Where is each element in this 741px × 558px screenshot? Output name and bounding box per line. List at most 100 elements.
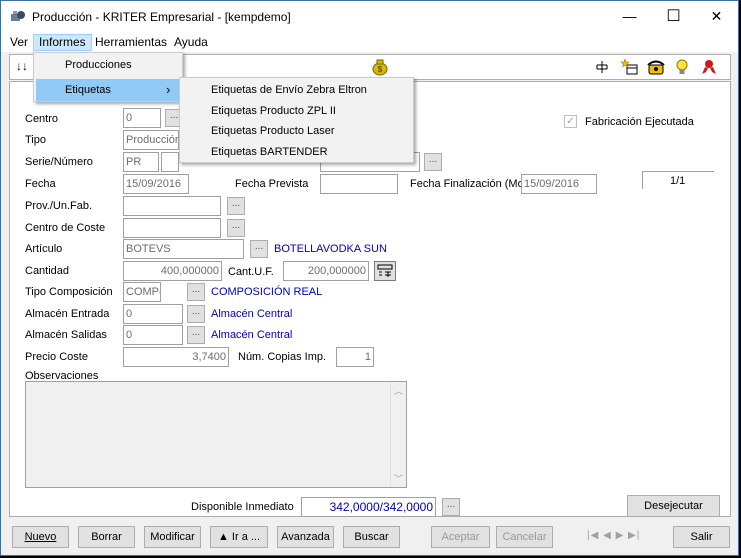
menu-ver[interactable]: Ver bbox=[5, 35, 33, 52]
money-bag-icon[interactable]: $ bbox=[371, 58, 389, 76]
phone-icon[interactable] bbox=[647, 59, 665, 75]
alm-salidas-label: Almacén Salidas bbox=[25, 329, 107, 341]
menu-herramientas[interactable]: Herramientas bbox=[90, 35, 172, 52]
cancelar-button[interactable]: Cancelar bbox=[496, 526, 553, 548]
fecha-finalizacion-field[interactable]: 15/09/2016 bbox=[521, 174, 597, 194]
alm-entrada-label: Almacén Entrada bbox=[25, 308, 110, 320]
counter-divider-left bbox=[642, 171, 643, 189]
first-record-icon[interactable]: |◀ bbox=[587, 530, 599, 541]
observaciones-scrollbar[interactable]: ︿ ﹀ bbox=[390, 382, 406, 487]
borrar-label: Borrar bbox=[91, 531, 122, 543]
tipo-comp-lookup-button[interactable]: ... bbox=[187, 283, 205, 301]
menu-ayuda[interactable]: Ayuda bbox=[169, 35, 213, 52]
fabricacion-checkbox[interactable]: ✓ bbox=[564, 115, 577, 128]
serie-lookup-button[interactable]: ... bbox=[424, 153, 442, 171]
disponible-lookup-button[interactable]: ... bbox=[442, 498, 460, 516]
menu-etiquetas-label: Etiquetas bbox=[65, 84, 111, 96]
minimize-button[interactable]: — bbox=[607, 1, 652, 32]
next-record-icon[interactable]: ▶ bbox=[616, 530, 625, 541]
etiquetas-submenu: Etiquetas de Envío Zebra Eltron Etiqueta… bbox=[179, 77, 414, 163]
disponible-label: Disponible Inmediato bbox=[191, 501, 294, 513]
tipo-field[interactable]: Producción bbox=[123, 130, 179, 150]
salir-button[interactable]: Salir bbox=[673, 526, 730, 548]
menu-etiquetas-bartender[interactable]: Etiquetas BARTENDER bbox=[182, 141, 328, 163]
alm-entrada-description: Almacén Central bbox=[211, 308, 293, 320]
cant-uf-field[interactable]: 200,000000 bbox=[283, 261, 369, 281]
articulo-label: Artículo bbox=[25, 243, 63, 255]
prov-field[interactable] bbox=[123, 196, 221, 216]
alm-salidas-description: Almacén Central bbox=[211, 329, 293, 341]
fabricacion-label: Fabricación Ejecutada bbox=[585, 116, 694, 128]
avanzada-label: Avanzada bbox=[281, 531, 330, 543]
lightbulb-icon[interactable] bbox=[674, 58, 690, 76]
buscar-button[interactable]: Buscar bbox=[343, 526, 400, 548]
close-button[interactable]: ✕ bbox=[694, 1, 739, 32]
num-copias-label: Núm. Copias Imp. bbox=[238, 351, 327, 363]
tipo-comp-label: Tipo Composición bbox=[25, 286, 113, 298]
num-copias-field[interactable]: 1 bbox=[336, 347, 374, 367]
ribbon-icon[interactable] bbox=[700, 59, 718, 75]
app-icon bbox=[11, 11, 25, 21]
cant-uf-label: Cant.U.F. bbox=[228, 266, 274, 278]
scroll-down-icon[interactable]: ﹀ bbox=[394, 472, 403, 485]
precio-coste-label: Precio Coste bbox=[25, 351, 88, 363]
menu-producciones[interactable]: Producciones bbox=[36, 54, 180, 76]
calculator-icon[interactable] bbox=[374, 261, 396, 281]
svg-text:$: $ bbox=[378, 65, 383, 74]
disponible-field: 342,0000/342,0000 bbox=[301, 497, 436, 517]
alm-salidas-lookup-button[interactable]: ... bbox=[187, 326, 205, 344]
record-navigator: |◀ ◀ ▶ ▶| bbox=[587, 530, 640, 541]
ir-a-button[interactable]: ▲ Ir a ... bbox=[210, 526, 268, 548]
informes-dropdown: Producciones Etiquetas › bbox=[33, 52, 183, 102]
alm-entrada-lookup-button[interactable]: ... bbox=[187, 305, 205, 323]
avanzada-button[interactable]: Avanzada bbox=[277, 526, 334, 548]
tipo-comp-description: COMPOSICIÓN REAL bbox=[211, 286, 323, 298]
buscar-label: Buscar bbox=[354, 531, 389, 543]
centro-coste-field[interactable] bbox=[123, 218, 221, 238]
scroll-up-icon[interactable]: ︿ bbox=[394, 384, 403, 397]
fecha-prevista-label: Fecha Prevista bbox=[235, 178, 309, 190]
centro-coste-lookup-button[interactable]: ... bbox=[227, 219, 245, 237]
menu-etiquetas[interactable]: Etiquetas › bbox=[36, 79, 180, 101]
window-title: Producción - KRITER Empresarial - [kempd… bbox=[32, 10, 291, 24]
prov-lookup-button[interactable]: ... bbox=[227, 197, 245, 215]
tree-icon[interactable] bbox=[595, 60, 609, 74]
articulo-lookup-button[interactable]: ... bbox=[250, 240, 268, 258]
last-record-icon[interactable]: ▶| bbox=[628, 530, 640, 541]
centro-field[interactable]: 0 bbox=[123, 108, 161, 128]
observaciones-textarea[interactable]: ︿ ﹀ bbox=[25, 381, 407, 488]
menu-etiquetas-zebra[interactable]: Etiquetas de Envío Zebra Eltron bbox=[182, 79, 367, 101]
menu-bar: Ver Informes Herramientas Ayuda bbox=[1, 32, 738, 52]
centro-label: Centro bbox=[25, 113, 59, 125]
menu-etiquetas-zpl[interactable]: Etiquetas Producto ZPL II bbox=[182, 100, 336, 122]
prev-record-icon[interactable]: ◀ bbox=[603, 530, 612, 541]
tipo-comp-field[interactable]: COMP( bbox=[123, 282, 161, 302]
modificar-button[interactable]: Modificar bbox=[144, 526, 201, 548]
serie-field[interactable]: PR bbox=[123, 152, 159, 172]
fecha-prevista-field[interactable] bbox=[320, 174, 398, 194]
borrar-button[interactable]: Borrar bbox=[78, 526, 135, 548]
articulo-description: BOTELLAVODKA SUN bbox=[274, 243, 387, 255]
maximize-button[interactable]: ☐ bbox=[651, 1, 696, 32]
main-window: Producción - KRITER Empresarial - [kempd… bbox=[0, 0, 739, 556]
precio-coste-field[interactable]: 3,7400 bbox=[123, 347, 229, 367]
numero-field[interactable] bbox=[161, 152, 179, 172]
menu-informes[interactable]: Informes bbox=[33, 34, 92, 51]
sort-button[interactable]: ↓↓ bbox=[16, 59, 28, 73]
page-counter: 1/1 bbox=[670, 175, 686, 187]
cantidad-field[interactable]: 400,000000 bbox=[123, 261, 222, 281]
fecha-field[interactable]: 15/09/2016 bbox=[123, 174, 189, 194]
serie-label: Serie/Número bbox=[25, 156, 93, 168]
aceptar-button[interactable]: Aceptar bbox=[431, 526, 490, 548]
fecha-label: Fecha bbox=[25, 178, 56, 190]
desejecutar-button[interactable]: Desejecutar bbox=[627, 495, 720, 517]
prov-label: Prov./Un.Fab. bbox=[25, 200, 93, 212]
nuevo-button[interactable]: Nuevo bbox=[12, 526, 69, 548]
centro-coste-label: Centro de Coste bbox=[25, 222, 106, 234]
add-record-icon[interactable] bbox=[621, 59, 639, 75]
articulo-field[interactable]: BOTEVS bbox=[123, 239, 244, 259]
nuevo-label: Nuevo bbox=[24, 531, 57, 543]
alm-entrada-field[interactable]: 0 bbox=[123, 304, 183, 324]
alm-salidas-field[interactable]: 0 bbox=[123, 325, 183, 345]
menu-etiquetas-laser[interactable]: Etiquetas Producto Laser bbox=[182, 120, 335, 142]
